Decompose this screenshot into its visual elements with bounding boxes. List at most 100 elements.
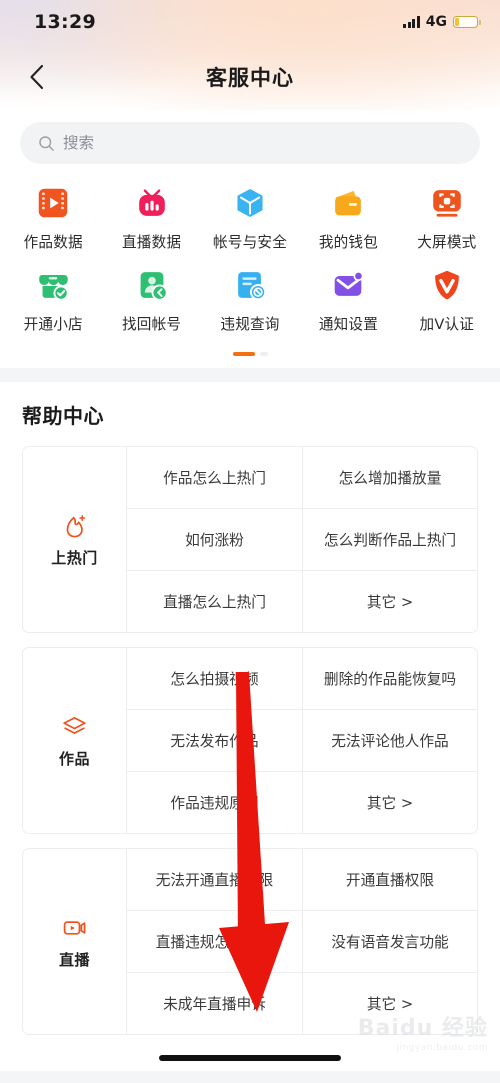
help-question-grid: 怎么拍摄视频 删除的作品能恢复吗 无法发布作品 无法评论他人作品 作品违规原因 …	[127, 648, 477, 833]
help-question-row: 无法发布作品 无法评论他人作品	[127, 709, 477, 771]
help-more-link[interactable]: 其它 >	[302, 571, 477, 632]
shortcut-violation-query[interactable]: 违规查询	[201, 260, 299, 342]
shortcut-my-wallet[interactable]: 我的钱包	[299, 178, 397, 260]
shortcut-label: 通知设置	[318, 316, 379, 333]
help-question-grid: 无法开通直播权限 开通直播权限 直播违规怎么申诉 没有语音发言功能 未成年直播申…	[127, 849, 477, 1034]
page-title: 客服中心	[206, 66, 294, 90]
help-category-hot[interactable]: 上热门	[23, 447, 127, 632]
shortcut-label: 大屏模式	[417, 234, 477, 251]
help-question-row: 无法开通直播权限 开通直播权限	[127, 849, 477, 910]
pagination-dot-active[interactable]	[232, 352, 255, 356]
shortcut-label: 开通小店	[23, 316, 83, 333]
tv-chart-icon	[138, 189, 165, 216]
network-type-label: 4G	[425, 14, 447, 30]
shortcut-recover-account[interactable]: 找回帐号	[102, 260, 200, 342]
search-section	[0, 110, 500, 164]
watermark-sub-text: jingyan.baidu.com	[396, 1043, 488, 1053]
help-card-live: 直播 无法开通直播权限 开通直播权限 直播违规怎么申诉 没有语音发言功能 未成年…	[22, 848, 478, 1035]
help-question[interactable]: 删除的作品能恢复吗	[302, 648, 477, 709]
wallet-icon	[335, 190, 362, 216]
search-input[interactable]	[63, 134, 462, 152]
help-question[interactable]: 无法开通直播权限	[127, 849, 302, 910]
cube-icon	[237, 188, 263, 218]
status-bar: 13:29 4G	[0, 0, 500, 44]
signal-bars-icon	[403, 16, 420, 28]
help-category-live[interactable]: 直播	[23, 849, 127, 1034]
phone-screen: 13:29 4G 客服中心 搜索 作品数据 直播数据 帐号与安全 我的钱包 大屏…	[0, 0, 500, 1083]
help-question-row: 直播违规怎么申诉 没有语音发言功能	[127, 910, 477, 972]
shield-v-icon	[434, 270, 459, 300]
live-video-icon	[63, 920, 86, 935]
help-category-name: 直播	[58, 950, 90, 969]
home-indicator[interactable]	[159, 1055, 341, 1061]
shortcut-label: 我的钱包	[318, 234, 379, 251]
shop-check-icon	[39, 275, 69, 301]
search-box[interactable]	[20, 122, 480, 164]
help-question[interactable]: 作品违规原因	[127, 772, 302, 833]
section-divider	[0, 368, 500, 382]
shortcut-label: 找回帐号	[122, 316, 182, 333]
help-question[interactable]: 如何涨粉	[127, 509, 302, 570]
status-bar-time: 13:29	[34, 11, 96, 33]
help-category-name: 上热门	[51, 548, 98, 567]
help-center-section: 帮助中心 上热门 作品怎么上热门 怎么增加播放量 如何涨粉 怎么判断作品上热门	[0, 382, 500, 1035]
battery-low-icon	[453, 15, 481, 29]
help-question[interactable]: 无法发布作品	[127, 710, 302, 771]
chevron-left-icon	[29, 64, 43, 90]
help-question[interactable]: 开通直播权限	[302, 849, 477, 910]
help-more-link[interactable]: 其它 >	[302, 772, 477, 833]
help-question-row: 如何涨粉 怎么判断作品上热门	[127, 508, 477, 570]
bottom-edge	[0, 1071, 500, 1083]
shortcut-notification-settings[interactable]: 通知设置	[299, 260, 397, 342]
help-question-row: 作品怎么上热门 怎么增加播放量	[127, 447, 477, 508]
shortcut-label: 加V认证	[419, 316, 475, 333]
big-screen-icon	[433, 190, 461, 217]
help-question[interactable]: 怎么拍摄视频	[127, 648, 302, 709]
flame-plus-icon	[66, 514, 86, 537]
shortcut-label: 帐号与安全	[213, 234, 287, 251]
mail-bell-icon	[335, 270, 364, 296]
shortcut-live-data[interactable]: 直播数据	[102, 178, 200, 260]
help-question-row: 未成年直播申诉 其它 >	[127, 972, 477, 1034]
help-question[interactable]: 未成年直播申诉	[127, 973, 302, 1034]
help-card-works: 作品 怎么拍摄视频 删除的作品能恢复吗 无法发布作品 无法评论他人作品 作品违规…	[22, 647, 478, 834]
shortcut-open-shop[interactable]: 开通小店	[4, 260, 102, 342]
top-header-area: 13:29 4G 客服中心	[0, 0, 500, 110]
help-more-link[interactable]: 其它 >	[302, 973, 477, 1034]
shortcut-big-screen-mode[interactable]: 大屏模式	[398, 178, 496, 260]
help-question[interactable]: 怎么增加播放量	[302, 447, 477, 508]
shortcut-row-2: 开通小店 找回帐号 违规查询 通知设置 加V认证	[4, 260, 496, 342]
shortcut-row-1: 作品数据 直播数据 帐号与安全 我的钱包 大屏模式	[4, 178, 496, 260]
help-question-grid: 作品怎么上热门 怎么增加播放量 如何涨粉 怎么判断作品上热门 直播怎么上热门 其…	[127, 447, 477, 632]
doc-ban-icon	[238, 272, 267, 301]
help-question[interactable]: 直播怎么上热门	[127, 571, 302, 632]
shortcut-label: 作品数据	[23, 234, 83, 251]
shortcut-v-certification[interactable]: 加V认证	[398, 260, 496, 342]
help-center-title: 帮助中心	[22, 404, 104, 428]
video-film-icon	[38, 188, 68, 218]
shortcut-grid: 作品数据 直播数据 帐号与安全 我的钱包 大屏模式 开通小店 找回帐号 违规查询…	[0, 164, 500, 368]
shortcut-label: 违规查询	[220, 316, 280, 333]
navigation-bar: 客服中心	[0, 44, 500, 110]
search-icon	[39, 135, 54, 151]
shortcut-works-data[interactable]: 作品数据	[4, 178, 102, 260]
help-question-row: 直播怎么上热门 其它 >	[127, 570, 477, 632]
help-question[interactable]: 没有语音发言功能	[302, 911, 477, 972]
help-category-works[interactable]: 作品	[23, 648, 127, 833]
help-question[interactable]: 无法评论他人作品	[302, 710, 477, 771]
help-category-name: 作品	[58, 749, 90, 768]
shortcut-account-security[interactable]: 帐号与安全	[201, 178, 299, 260]
pagination-dot[interactable]	[259, 352, 268, 356]
status-bar-right: 4G	[403, 14, 481, 30]
help-question-row: 怎么拍摄视频 删除的作品能恢复吗	[127, 648, 477, 709]
help-question[interactable]: 怎么判断作品上热门	[302, 509, 477, 570]
grid-pagination	[4, 342, 496, 368]
back-button[interactable]	[16, 57, 56, 97]
layers-icon	[63, 716, 86, 734]
help-question-row: 作品违规原因 其它 >	[127, 771, 477, 833]
help-question[interactable]: 作品怎么上热门	[127, 447, 302, 508]
account-recover-icon	[140, 272, 168, 301]
help-question[interactable]: 直播违规怎么申诉	[127, 911, 302, 972]
shortcut-label: 直播数据	[122, 234, 182, 251]
help-card-hot: 上热门 作品怎么上热门 怎么增加播放量 如何涨粉 怎么判断作品上热门 直播怎么上…	[22, 446, 478, 633]
